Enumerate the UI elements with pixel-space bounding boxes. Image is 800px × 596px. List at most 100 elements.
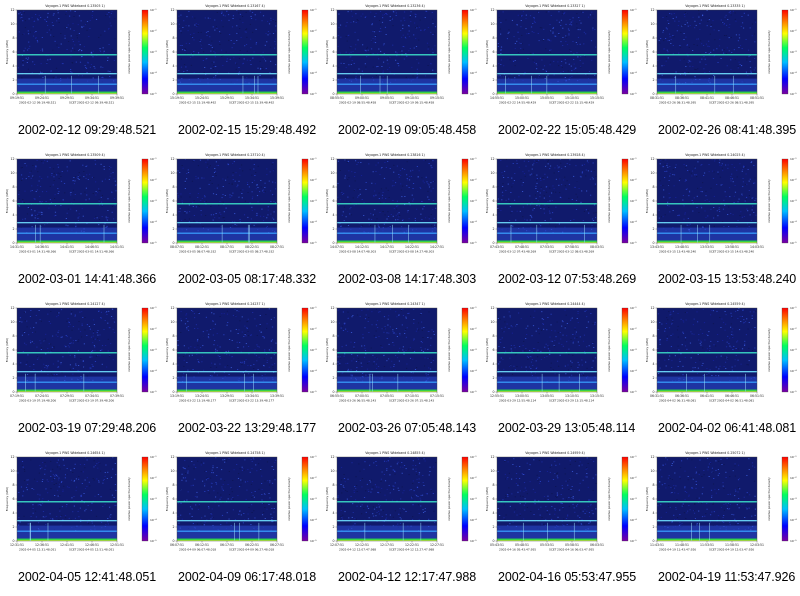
burst-spike [510,224,512,243]
colorbar [781,9,789,95]
colorbar [461,307,469,393]
y-tick-label: 6 [12,497,14,501]
colorbar [781,307,789,393]
burst-spike [257,75,259,94]
low-frequency-band [177,525,277,539]
spectrogram-plot: Voyager-1 PWS Wideband 0.23327 1) 12 10 8 6 4… [485,4,637,105]
chart-title: Voyager-1 PWS Wideband 0.23327 1) [525,4,585,8]
emission-line [337,222,437,224]
y-tick-label: 6 [492,50,494,54]
y-tick-label: 6 [172,497,174,501]
emission-line [497,203,597,205]
x-tick-label: 14:22:51 [405,245,419,249]
colorbar-tick-label: 10⁻⁵ [310,241,317,245]
x-tick-label: 14:51:51 [110,245,124,249]
footer-start-time: 2002-03-08 14:07:48.303 [339,250,376,254]
colorbar-tick-label: 10⁻⁴ [470,71,477,75]
colorbar-tick-label: 10⁻² [470,29,477,33]
y-tick-label: 8 [12,185,14,189]
colorbar-tick-label: 10⁻⁵ [470,241,477,245]
colorbar-tick-label: 10⁻⁴ [310,220,317,224]
colorbar-tick-label: 10⁻¹ [150,306,157,310]
x-tick-label: 06:55:51 [330,394,344,398]
colorbar-tick-label: 10⁻⁴ [150,220,157,224]
burst-spike [392,224,393,243]
colorbar-tick-label: 10⁻³ [630,50,637,54]
spectrogram-panel: Voyager-1 PWS Wideband 0.23816 1) 12 10 8 6 4… [320,149,480,298]
burst-spike [71,75,72,94]
emission-line [337,530,437,532]
spectrogram-plot: Voyager-1 PWS Wideband 0.24559 4) 12 10 8 6 4… [645,302,797,403]
y-tick-label: 4 [652,511,654,515]
x-tick-label: 07:39:51 [110,394,124,398]
y-tick-label: 8 [492,334,494,338]
y-tick-label: 2 [652,78,654,82]
y-tick-label: 6 [12,348,14,352]
x-tick-label: 13:48:51 [675,245,689,249]
colorbar-tick-label: 10⁻³ [790,50,797,54]
y-axis-label: Frequency (kHz) [165,338,169,362]
low-frequency-band [657,525,757,539]
colorbar-tick-label: 10⁻⁵ [150,92,157,96]
colorbar-tick-label: 10⁻¹ [470,455,477,459]
colorbar-tick-label: 10⁻³ [150,199,157,203]
panel-date-caption: 2002-03-15 13:53:48.240 [658,272,797,286]
chart-title: Voyager-1 PWS Wideband 0.24444 4) [525,302,585,306]
y-tick-label: 8 [652,36,654,40]
colorbar-tick-label: 10⁻⁵ [630,241,637,245]
x-tick-label: 12:46:51 [85,543,99,547]
footer-start-time: 2002-03-12 07:43:48.269 [499,250,536,254]
colorbar-tick-label: 10⁻¹ [150,157,157,161]
x-tick-label: 12:07:51 [330,543,344,547]
colorbar-tick-label: 10⁻⁴ [790,369,797,373]
colorbar [301,158,309,244]
colorbar-tick-label: 10⁻² [790,29,797,33]
colorbar-label: relative power spectral density [767,30,771,74]
y-tick-label: 2 [12,227,14,231]
emission-line [17,203,117,205]
colorbar-tick-label: 10⁻³ [470,50,477,54]
emission-line [17,232,117,234]
x-tick-label: 08:22:51 [245,245,259,249]
burst-spike [558,373,560,392]
chart-title: Voyager-1 PWS Wideband 0.24559 4) [685,302,745,306]
emission-line [17,352,117,354]
emission-line [17,381,117,383]
colorbar-tick-label: 10⁻⁴ [790,518,797,522]
emission-line [337,520,437,522]
burst-spike [522,522,524,541]
burst-spike [47,522,49,541]
x-tick-label: 13:15:51 [590,394,604,398]
colorbar-tick-label: 10⁻⁴ [470,518,477,522]
footer-end-time: 2002-04-02 06:51:48.081 [717,399,754,403]
emission-line [657,371,757,373]
colorbar-tick-label: 10⁻² [310,476,317,480]
y-tick-label: 2 [172,78,174,82]
panel-date-caption: 2002-03-26 07:05:48.143 [338,421,477,435]
y-tick-label: 10 [170,469,174,473]
y-tick-label: 6 [332,199,334,203]
footer-end-time: 2002-04-09 06:27:48.018 [237,548,274,552]
emission-line [337,73,437,75]
x-tick-label: 09:10:51 [405,96,419,100]
low-frequency-band [337,525,437,539]
colorbar [141,456,149,542]
chart-title: Voyager-1 PWS Wideband 0.25072 1) [685,451,745,455]
colorbar-tick-label: 10⁻³ [310,199,317,203]
emission-line [177,530,277,532]
x-tick-label: 12:12:51 [355,543,369,547]
burst-spike [253,373,254,392]
x-tick-label: 12:36:51 [35,543,49,547]
chart-title: Voyager-1 PWS Wideband 0.23167 4) [205,4,265,8]
x-tick-label: 11:53:51 [700,543,714,547]
x-tick-label: 06:51:51 [750,394,764,398]
colorbar-label: relative power spectral density [127,30,131,74]
y-tick-label: 10 [10,22,14,26]
colorbar-tick-label: 10⁻⁴ [310,71,317,75]
colorbar-tick-label: 10⁻² [790,327,797,331]
footer-scet-label: SCET [549,399,557,403]
y-tick-label: 12 [650,157,654,161]
footer-scet-label: SCET [229,101,237,105]
x-tick-label: 07:53:51 [540,245,554,249]
x-tick-label: 12:27:51 [430,543,444,547]
